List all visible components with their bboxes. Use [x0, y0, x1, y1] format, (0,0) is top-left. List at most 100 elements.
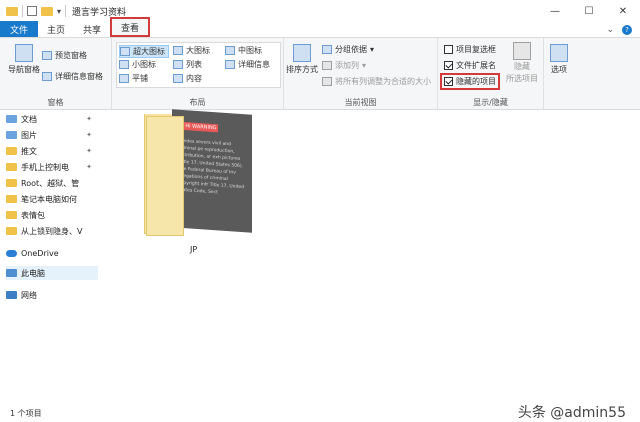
quick-access-toolbar: ▾ — [0, 5, 67, 17]
minimize-button[interactable]: — — [538, 0, 572, 22]
nav-item-documents[interactable]: 文档 ✦ — [6, 112, 98, 126]
nav-item-pictures[interactable]: 图片 ✦ — [6, 128, 98, 142]
nav-item-folder[interactable]: 从上锁到隐身、V — [6, 224, 98, 238]
nav-item-folder[interactable]: 笔记本电脑如何 — [6, 192, 98, 206]
nav-item-folder[interactable]: Root、越狱、管 — [6, 176, 98, 190]
details-pane-button[interactable]: 详细信息窗格 — [42, 71, 103, 82]
preview-tag: Hi WARNING — [184, 122, 218, 133]
group-current-view: 排序方式 分组依据 ▾ 添加列 ▾ 将所有列调整为合适的大小 当前视图 — [284, 38, 438, 110]
group-panes: 导航窗格 预览窗格 详细信息窗格 窗格 — [0, 38, 112, 110]
nav-item-label: 文档 — [21, 114, 37, 124]
nav-pane-label: 导航窗格 — [8, 65, 40, 74]
divider — [65, 5, 67, 17]
group-title-current-view: 当前视图 — [344, 98, 377, 107]
layout-large[interactable]: 大图标 — [173, 45, 210, 56]
chevron-down-icon[interactable]: ⌄ — [606, 25, 614, 35]
folder-icon — [6, 147, 17, 155]
close-button[interactable]: ✕ — [606, 0, 640, 22]
layout-label: 超大图标 — [133, 47, 165, 56]
item-count: 1 个项目 — [10, 409, 42, 418]
hide-selected-button[interactable]: 隐藏 所选项目 — [506, 42, 538, 84]
ribbon: 导航窗格 预览窗格 详细信息窗格 窗格 布局 超大图标 大图标 中图标 小图标 … — [0, 38, 640, 110]
title-bar: ▾ 遗言学习资料 — ☐ ✕ — [0, 0, 640, 22]
checkbox[interactable] — [444, 61, 453, 70]
nav-item-label: 笔记本电脑如何 — [21, 194, 77, 204]
hide-selected-label-2: 所选项目 — [506, 74, 538, 83]
chevron-down-icon[interactable]: ▾ — [57, 7, 61, 16]
pin-icon: ✦ — [86, 131, 92, 139]
layout-label: 详细信息 — [238, 60, 270, 69]
nav-item-label: 表情包 — [21, 210, 45, 220]
nav-item-folder[interactable]: 推文 ✦ — [6, 144, 98, 158]
status-bar: 1 个项目 头条 @admin55 — [0, 400, 640, 422]
layout-list[interactable]: 列表 — [173, 59, 202, 70]
fit-columns-button[interactable]: 将所有列调整为合适的大小 — [322, 76, 431, 87]
details-pane-label: 详细信息窗格 — [55, 72, 103, 81]
folder-item[interactable]: Hi WARNING rovides severs vivil and crim… — [140, 109, 258, 236]
checkbox[interactable] — [444, 45, 453, 54]
group-title-show-hide: 显示/隐藏 — [473, 98, 508, 107]
documents-icon — [6, 115, 17, 123]
window-controls: — ☐ ✕ — [538, 0, 640, 22]
folder-preview: Hi WARNING rovides severs vivil and crim… — [172, 109, 252, 233]
group-show-hide: 项目复选框 文件扩展名 隐藏的项目 隐藏 所选项目 显示/隐藏 — [438, 38, 544, 110]
layout-extra-large[interactable]: 超大图标 — [119, 45, 169, 58]
nav-item-network[interactable]: 网络 — [6, 288, 98, 302]
layout-medium[interactable]: 中图标 — [225, 45, 262, 56]
tab-file[interactable]: 文件 — [0, 21, 39, 37]
chevron-down-icon: ▾ — [370, 45, 375, 54]
hide-selected-icon — [513, 42, 531, 60]
preview-pane-label: 预览窗格 — [55, 51, 87, 60]
preview-pane-button[interactable]: 预览窗格 — [42, 50, 87, 61]
item-checkboxes-label: 项目复选框 — [456, 45, 496, 54]
medium-icons-icon — [225, 46, 235, 55]
cloud-icon — [6, 249, 17, 257]
small-icons-icon — [119, 60, 129, 69]
sort-by-button[interactable]: 排序方式 — [286, 44, 318, 75]
add-column-label: 添加列 — [335, 61, 359, 70]
properties-icon[interactable] — [27, 6, 37, 16]
extra-large-icons-icon — [120, 47, 130, 56]
nav-item-label: 网络 — [21, 290, 37, 300]
nav-item-label: 手机上控制电 — [21, 162, 69, 172]
pin-icon: ✦ — [86, 115, 92, 123]
tab-share[interactable]: 共享 — [74, 21, 110, 37]
sort-by-label: 排序方式 — [286, 65, 318, 74]
folder-name-label: JP — [190, 245, 198, 254]
add-column-button[interactable]: 添加列 ▾ — [322, 60, 366, 71]
tab-view[interactable]: 查看 — [110, 17, 151, 37]
computer-icon — [6, 269, 17, 277]
group-by-button[interactable]: 分组依据 ▾ — [322, 44, 374, 55]
preview-pane-icon — [42, 51, 52, 60]
options-icon — [550, 44, 568, 62]
details-icon — [225, 60, 235, 69]
layout-tiles[interactable]: 平铺 — [119, 73, 148, 84]
tab-home[interactable]: 主页 — [38, 21, 74, 37]
layout-label: 内容 — [186, 74, 202, 83]
group-title-layout: 布局 — [189, 98, 206, 107]
folder-icon — [6, 211, 17, 219]
details-pane-icon — [42, 72, 52, 81]
nav-item-this-pc[interactable]: 此电脑 — [6, 266, 98, 280]
layout-content[interactable]: 内容 — [173, 73, 202, 84]
nav-item-label: OneDrive — [21, 248, 59, 258]
layout-label: 列表 — [186, 60, 202, 69]
item-checkboxes-toggle[interactable]: 项目复选框 — [444, 44, 496, 55]
folder-icon — [6, 163, 17, 171]
nav-pane-button[interactable]: 导航窗格 — [8, 44, 40, 75]
layout-small[interactable]: 小图标 — [119, 59, 156, 70]
layout-details[interactable]: 详细信息 — [225, 59, 270, 70]
help-icon[interactable]: ? — [622, 25, 632, 35]
options-button[interactable]: 选项 — [550, 44, 568, 75]
file-extensions-label: 文件扩展名 — [456, 61, 496, 70]
nav-item-folder[interactable]: 表情包 — [6, 208, 98, 222]
layout-label: 大图标 — [186, 46, 210, 55]
maximize-button[interactable]: ☐ — [572, 0, 606, 22]
file-extensions-toggle[interactable]: 文件扩展名 — [444, 60, 496, 71]
new-folder-icon[interactable] — [41, 6, 53, 16]
pictures-icon — [6, 131, 17, 139]
nav-item-onedrive[interactable]: OneDrive — [6, 246, 98, 260]
large-icons-icon — [173, 46, 183, 55]
nav-item-folder[interactable]: 手机上控制电 ✦ — [6, 160, 98, 174]
ribbon-options: ⌄ ? — [606, 25, 632, 35]
